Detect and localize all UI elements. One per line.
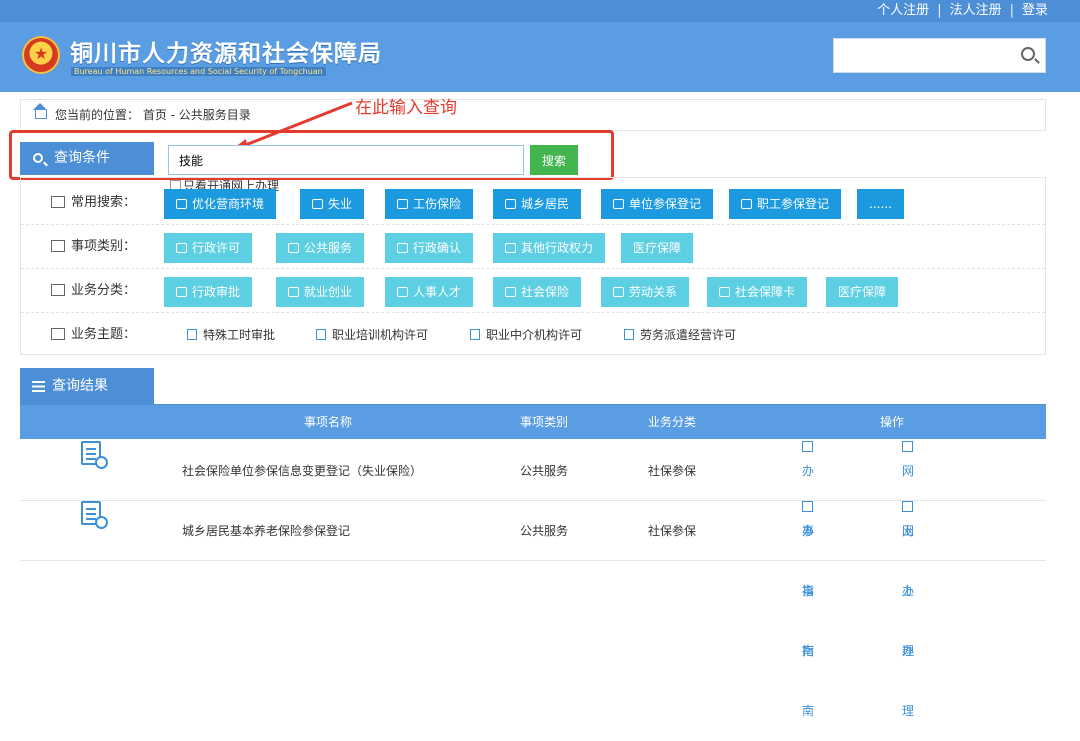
chart-icon — [505, 287, 516, 297]
site-title[interactable]: 铜川市人力资源和社会保障局 — [70, 34, 382, 68]
tag-icon — [176, 199, 187, 209]
person-icon — [397, 287, 408, 297]
table-row: 社会保险单位参保信息变更登记（失业保险） 公共服务 社保参保 办事指南 网上办理 — [20, 441, 1046, 658]
chip-category-3[interactable]: 其他行政权力 — [493, 233, 606, 263]
list-icon — [32, 381, 45, 392]
chip-business-1[interactable]: 就业创业 — [276, 277, 365, 307]
theme-item-3[interactable]: 劳务派遣经营许可 — [624, 313, 736, 357]
header-name: 事项名称 — [304, 415, 353, 429]
document-search-icon — [81, 501, 108, 529]
filter-row-category: 事项类别： 行政许可 公共服务 行政确认 其他行政权力 医疗保障 — [21, 225, 1045, 269]
site-search-input[interactable] — [840, 43, 1014, 70]
breadcrumb: 您当前的位置： 首页 - 公共服务目录 — [20, 99, 1046, 131]
chip-business-4[interactable]: 劳动关系 — [601, 277, 690, 307]
filter-row-theme: 业务主题： 特殊工时审批 职业培训机构许可 职业中介机构许可 劳务派遣经营许可 — [21, 313, 1045, 357]
chip-common-3[interactable]: 城乡居民 — [493, 189, 582, 219]
results-tab-label: 查询结果 — [52, 378, 108, 394]
header-business: 业务分类 — [648, 415, 697, 429]
theme-item-0[interactable]: 特殊工时审批 — [187, 313, 275, 357]
chip-common-2[interactable]: 工伤保险 — [385, 189, 474, 219]
chip-business-3[interactable]: 社会保险 — [493, 277, 582, 307]
tag-icon — [741, 199, 752, 209]
list-search-icon — [51, 196, 65, 208]
chip-common-0[interactable]: 优化营商环境 — [164, 189, 277, 219]
chip-category-2[interactable]: 行政确认 — [385, 233, 474, 263]
chip-business-2[interactable]: 人事人才 — [385, 277, 474, 307]
chip-business-0[interactable]: 行政审批 — [164, 277, 253, 307]
table-row: 城乡居民基本养老保险参保登记 公共服务 社保参保 办事指南 网上办理 — [20, 501, 1046, 718]
site-search-box — [833, 38, 1046, 73]
theme-item-2[interactable]: 职业中介机构许可 — [470, 313, 582, 357]
person-icon — [505, 243, 516, 253]
top-link-separator: | — [937, 3, 942, 18]
chip-business-5[interactable]: 社会保障卡 — [707, 277, 808, 307]
grid-icon — [51, 240, 65, 252]
breadcrumb-text: 您当前的位置： 首页 - 公共服务目录 — [55, 108, 251, 122]
national-emblem-icon — [22, 36, 60, 74]
chip-common-5[interactable]: 职工参保登记 — [729, 189, 842, 219]
tag-icon — [613, 199, 624, 209]
login-link[interactable]: 登录 — [1022, 3, 1048, 18]
row-category: 公共服务 — [520, 464, 569, 478]
top-bar: 个人注册 | 法人注册 | 登录 — [0, 0, 1080, 22]
top-links: 个人注册 | 法人注册 | 登录 — [877, 0, 1048, 22]
filter-label-common: 常用搜索： — [51, 181, 136, 225]
people-icon — [288, 287, 299, 297]
monitor-icon — [176, 243, 187, 253]
row-name[interactable]: 社会保险单位参保信息变更登记（失业保险） — [182, 441, 422, 501]
tag-icon — [312, 199, 323, 209]
tag-icon — [397, 199, 408, 209]
card-icon — [719, 287, 730, 297]
search-icon[interactable] — [1021, 47, 1035, 61]
document-icon — [187, 329, 197, 340]
document-icon — [397, 243, 408, 253]
row-category: 公共服务 — [520, 524, 569, 538]
document-icon — [470, 329, 480, 340]
document-icon — [316, 329, 326, 340]
theme-item-1[interactable]: 职业培训机构许可 — [316, 313, 428, 357]
top-link-separator: | — [1009, 3, 1014, 18]
annotation-highlight-frame — [9, 130, 614, 180]
heart-icon — [176, 287, 187, 297]
filter-label-theme: 业务主题： — [51, 313, 136, 357]
edit-doc-icon — [51, 328, 65, 340]
site-subtitle: Bureau of Human Resources and Social Sec… — [71, 67, 326, 76]
personal-register-link[interactable]: 个人注册 — [877, 3, 929, 18]
chip-business-6[interactable]: 医疗保障 — [826, 277, 899, 307]
results-tab[interactable]: 查询结果 — [20, 368, 154, 405]
site-header: 铜川市人力资源和社会保障局 Bureau of Human Resources … — [0, 22, 1080, 92]
row-name[interactable]: 城乡居民基本养老保险参保登记 — [182, 501, 350, 561]
document-icon — [624, 329, 634, 340]
service-icon — [288, 243, 299, 253]
row-business: 社保参保 — [648, 524, 697, 538]
network-icon — [613, 287, 624, 297]
filter-label-business: 业务分类： — [51, 269, 136, 313]
home-icon[interactable] — [33, 103, 47, 119]
chip-common-more[interactable]: ...... — [857, 189, 904, 219]
chip-category-0[interactable]: 行政许可 — [164, 233, 253, 263]
document-search-icon — [81, 441, 108, 469]
chip-common-1[interactable]: 失业 — [300, 189, 365, 219]
tag-icon — [505, 199, 516, 209]
chip-common-4[interactable]: 单位参保登记 — [601, 189, 714, 219]
results-table-header: 事项名称 事项类别 业务分类 操作 — [20, 405, 1046, 439]
header-actions: 操作 — [880, 415, 905, 429]
legal-register-link[interactable]: 法人注册 — [950, 3, 1002, 18]
filter-label-category: 事项类别： — [51, 225, 136, 269]
annotation-label: 在此输入查询 — [355, 98, 457, 118]
filter-row-common: 常用搜索： 优化营商环境 失业 工伤保险 城乡居民 单位参保登记 职工参保登记 … — [21, 181, 1045, 225]
circles-icon — [51, 284, 65, 296]
chip-category-1[interactable]: 公共服务 — [276, 233, 365, 263]
filter-row-business: 业务分类： 行政审批 就业创业 人事人才 社会保险 劳动关系 社会保障卡 医疗保… — [21, 269, 1045, 313]
chip-category-4[interactable]: 医疗保障 — [621, 233, 694, 263]
header-category: 事项类别 — [520, 415, 569, 429]
filter-panel: 只看开通网上办理 常用搜索： 优化营商环境 失业 工伤保险 城乡居民 单位参保登… — [20, 177, 1046, 355]
row-business: 社保参保 — [648, 464, 697, 478]
